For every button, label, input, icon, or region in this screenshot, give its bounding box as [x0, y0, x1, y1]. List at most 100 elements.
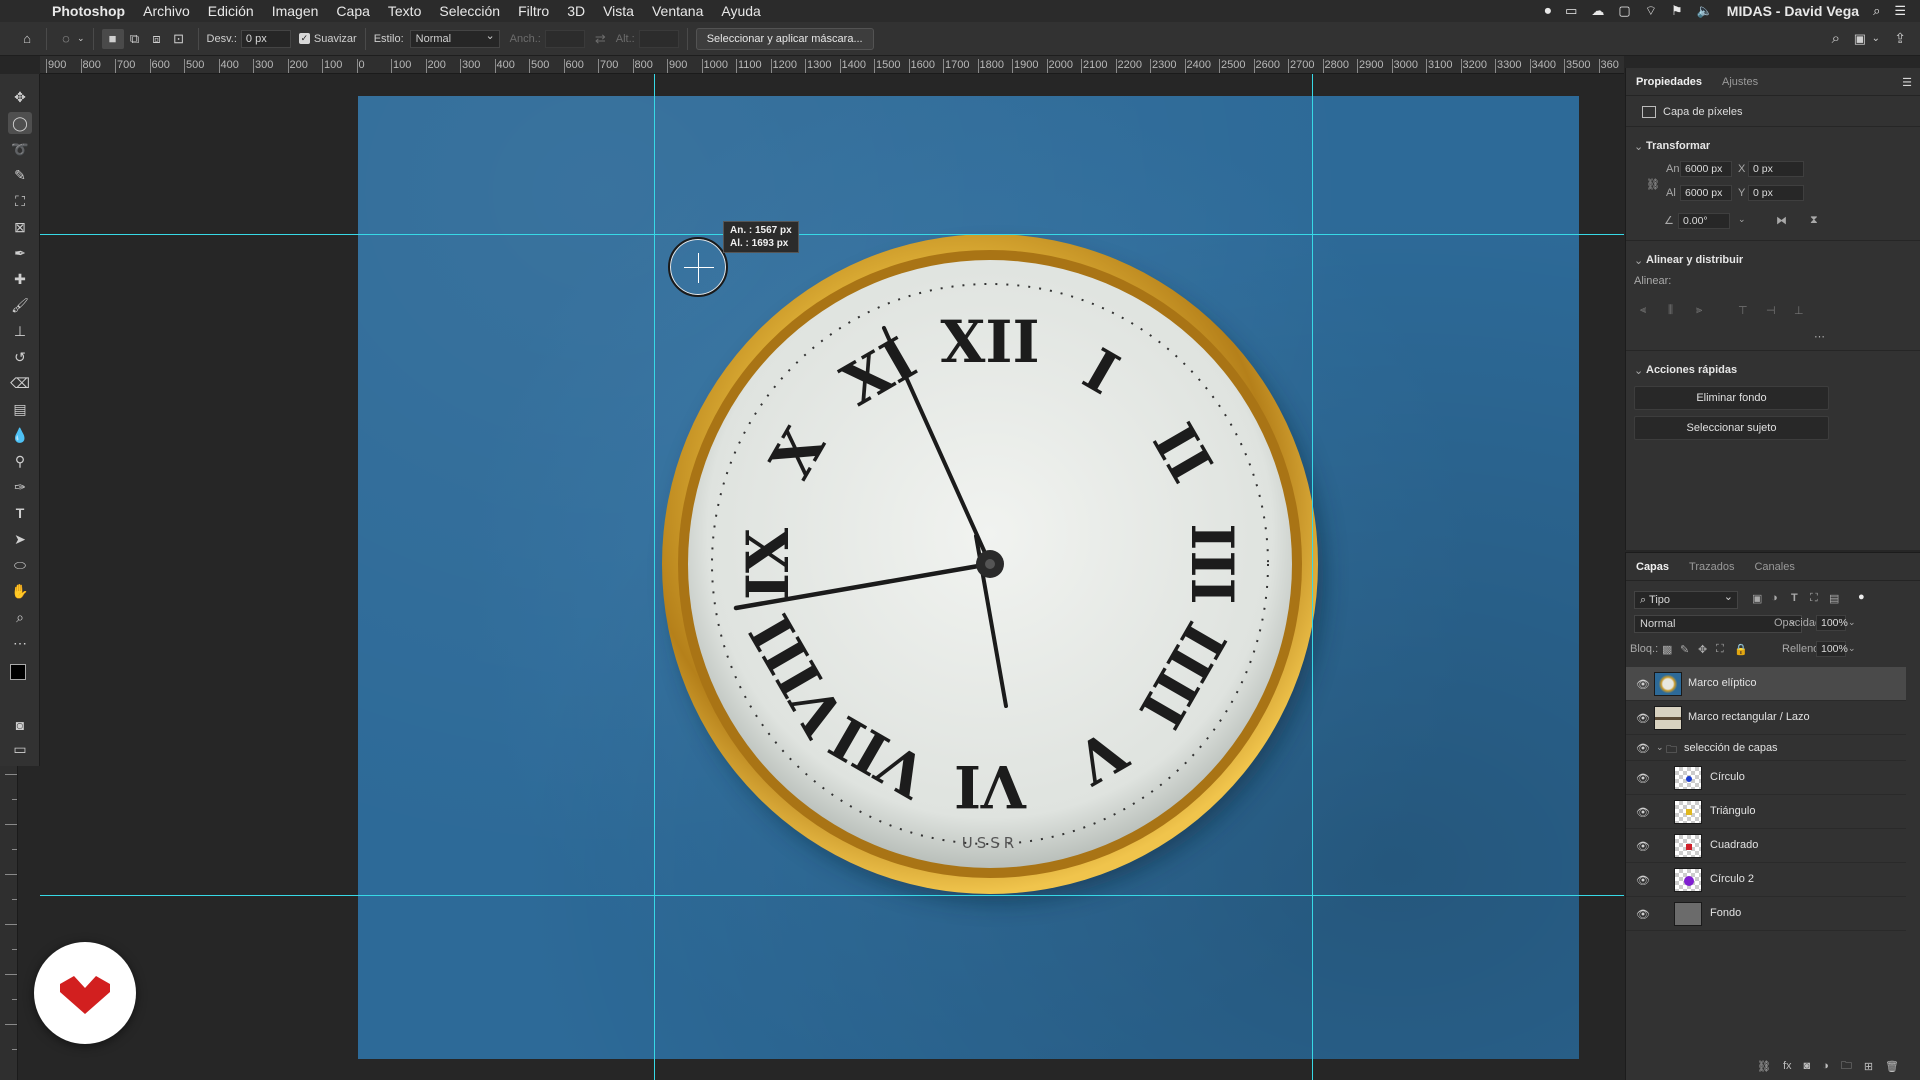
- visibility-eye-icon[interactable]: 👁: [1636, 840, 1650, 853]
- visibility-eye-icon[interactable]: 👁: [1636, 712, 1650, 725]
- fill-input[interactable]: 100%: [1816, 641, 1848, 657]
- search-icon[interactable]: ⌕: [1832, 30, 1840, 47]
- vertical-guide-right[interactable]: [1312, 74, 1313, 1080]
- tab-canales[interactable]: Canales: [1744, 561, 1804, 573]
- tab-propiedades[interactable]: Propiedades: [1626, 76, 1712, 88]
- list-icon[interactable]: ☰: [1894, 3, 1906, 19]
- layer-row-fondo[interactable]: 👁 Fondo: [1626, 897, 1906, 931]
- new-group-icon[interactable]: 🗀: [1841, 1057, 1852, 1076]
- align-center-h-icon[interactable]: ⫼: [1668, 304, 1673, 317]
- crop-tool-icon[interactable]: ⛶: [8, 190, 32, 212]
- menu-seleccion[interactable]: Selección: [439, 3, 500, 19]
- quick-actions-title[interactable]: Acciones rápidas: [1646, 364, 1737, 376]
- filter-adjust-icon[interactable]: ◑: [1771, 592, 1778, 604]
- lasso-tool-icon[interactable]: ➰: [8, 138, 32, 160]
- eyedropper-tool-icon[interactable]: ✒: [8, 242, 32, 264]
- fx-icon[interactable]: fx: [1783, 1060, 1792, 1072]
- chevron-down-icon[interactable]: ⌄: [1656, 742, 1664, 753]
- panel-menu-icon[interactable]: ☰: [1902, 76, 1912, 89]
- menu-edicion[interactable]: Edición: [208, 3, 254, 19]
- zoom-tool-icon[interactable]: ⌕: [8, 606, 32, 628]
- filter-type-icon[interactable]: T: [1791, 592, 1798, 604]
- menu-capa[interactable]: Capa: [336, 3, 369, 19]
- filter-pixel-icon[interactable]: ▣: [1752, 592, 1762, 605]
- remove-background-button[interactable]: Eliminar fondo: [1634, 386, 1829, 410]
- angle-input[interactable]: 0.00°: [1678, 213, 1730, 229]
- workspace-icon[interactable]: ▣: [1854, 31, 1866, 47]
- share-icon[interactable]: ⇪: [1894, 30, 1906, 47]
- layer-group-seleccion[interactable]: 👁 ⌄ 🗀 selección de capas: [1626, 735, 1906, 761]
- chevron-down-icon[interactable]: ⌄: [1848, 617, 1856, 628]
- layer-row-cuadrado[interactable]: 👁 Cuadrado: [1626, 829, 1906, 863]
- foreground-color-swatch[interactable]: [10, 664, 26, 680]
- menu-imagen[interactable]: Imagen: [272, 3, 319, 19]
- elliptical-marquee-tool-icon[interactable]: ◯: [8, 112, 32, 134]
- menu-filtro[interactable]: Filtro: [518, 3, 549, 19]
- adjustment-layer-icon[interactable]: ◑: [1822, 1060, 1829, 1072]
- quick-mask-icon[interactable]: ◙: [8, 714, 32, 736]
- chevron-down-icon[interactable]: ⌄: [77, 33, 85, 44]
- creative-cloud-icon[interactable]: ☁: [1591, 3, 1604, 19]
- chevron-down-icon[interactable]: ⌄: [1634, 254, 1643, 267]
- align-right-icon[interactable]: ⫸: [1696, 304, 1702, 317]
- chevron-down-icon[interactable]: ⌄: [1634, 364, 1643, 377]
- tab-capas[interactable]: Capas: [1626, 561, 1679, 573]
- visibility-eye-icon[interactable]: 👁: [1636, 806, 1650, 819]
- menu-ayuda[interactable]: Ayuda: [721, 3, 760, 19]
- menu-ventana[interactable]: Ventana: [652, 3, 703, 19]
- lock-all-icon[interactable]: 🔒: [1734, 643, 1748, 656]
- clone-stamp-tool-icon[interactable]: ⊥: [8, 320, 32, 342]
- screen-mode-icon[interactable]: ▭: [8, 738, 32, 760]
- document-canvas[interactable]: XII I II III IIII V VI VII VIII IX X XI USSR: [358, 96, 1579, 1059]
- horizontal-guide-top[interactable]: [40, 234, 1624, 235]
- opacity-input[interactable]: 100%: [1816, 615, 1848, 631]
- history-brush-tool-icon[interactable]: ↺: [8, 346, 32, 368]
- more-tools-icon[interactable]: ⋯: [8, 632, 32, 654]
- filter-toggle-icon[interactable]: ●: [1858, 591, 1865, 603]
- tab-ajustes[interactable]: Ajustes: [1712, 76, 1768, 88]
- x-input[interactable]: 0 px: [1748, 161, 1804, 177]
- layer-row-circulo-2[interactable]: 👁 Círculo 2: [1626, 863, 1906, 897]
- link-layers-icon[interactable]: ⛓: [1757, 1060, 1771, 1073]
- chevron-down-icon[interactable]: ⌄: [1848, 643, 1856, 654]
- width-input[interactable]: 6000 px: [1680, 161, 1732, 177]
- align-top-icon[interactable]: ⊤: [1738, 304, 1748, 317]
- suavizar-checkbox[interactable]: ✓: [298, 33, 310, 44]
- type-tool-icon[interactable]: T: [8, 502, 32, 524]
- chevron-down-icon[interactable]: ⌄: [1634, 140, 1643, 153]
- quick-selection-tool-icon[interactable]: ✎: [8, 164, 32, 186]
- tab-trazados[interactable]: Trazados: [1679, 561, 1744, 573]
- visibility-eye-icon[interactable]: 👁: [1636, 742, 1650, 755]
- volume-icon[interactable]: 🔈: [1697, 3, 1713, 19]
- horizontal-ruler[interactable]: 900 800 700 600 500 400 300 200 100 0 100 200 300 400…: [40, 56, 1624, 74]
- gradient-tool-icon[interactable]: ▤: [8, 398, 32, 420]
- wifi-icon[interactable]: ⌔: [1645, 3, 1657, 19]
- transform-section-title[interactable]: Transformar: [1646, 140, 1710, 152]
- lock-image-icon[interactable]: ✎: [1680, 643, 1689, 656]
- elliptical-marquee-icon[interactable]: ◌: [55, 29, 77, 49]
- select-and-mask-button[interactable]: Seleccionar y aplicar máscara...: [695, 27, 874, 50]
- menu-texto[interactable]: Texto: [388, 3, 421, 19]
- lock-transparent-icon[interactable]: ▩: [1662, 643, 1672, 656]
- visibility-eye-icon[interactable]: 👁: [1636, 772, 1650, 785]
- layer-row-marco-eliptico[interactable]: 👁 Marco elíptico: [1626, 667, 1906, 701]
- frame-tool-icon[interactable]: ⊠: [8, 216, 32, 238]
- menu-archivo[interactable]: Archivo: [143, 3, 190, 19]
- path-selection-tool-icon[interactable]: ➤: [8, 528, 32, 550]
- more-options-icon[interactable]: ⋯: [1814, 330, 1825, 343]
- canvas-area[interactable]: XII I II III IIII V VI VII VIII IX X XI USSR An. : …: [40, 74, 1624, 1080]
- layer-row-marco-rectangular[interactable]: 👁 Marco rectangular / Lazo: [1626, 701, 1906, 735]
- align-section-title[interactable]: Alinear y distribuir: [1646, 254, 1743, 266]
- menu-3d[interactable]: 3D: [567, 3, 585, 19]
- visibility-eye-icon[interactable]: 👁: [1636, 678, 1650, 691]
- flip-vertical-icon[interactable]: ⧗: [1810, 214, 1818, 227]
- menu-vista[interactable]: Vista: [603, 3, 634, 19]
- dodge-tool-icon[interactable]: ⚲: [8, 450, 32, 472]
- chevron-down-icon[interactable]: ⌄: [1738, 214, 1746, 225]
- search-icon[interactable]: ⌕: [1873, 3, 1880, 19]
- blur-tool-icon[interactable]: 💧: [8, 424, 32, 446]
- align-middle-icon[interactable]: ⊣: [1766, 304, 1776, 317]
- subtract-selection-icon[interactable]: ⧈: [146, 29, 168, 49]
- desv-input[interactable]: 0 px: [240, 29, 291, 48]
- y-input[interactable]: 0 px: [1748, 185, 1804, 201]
